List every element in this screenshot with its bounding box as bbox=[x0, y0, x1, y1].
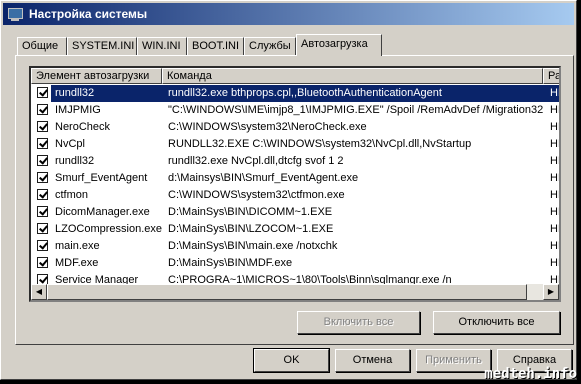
startup-item-location: HK bbox=[550, 172, 559, 184]
computer-icon bbox=[7, 6, 23, 22]
startup-list[interactable]: Элемент автозагрузки Команда Ра rundll32… bbox=[29, 66, 561, 302]
startup-item-name: rundll32 bbox=[55, 155, 95, 167]
startup-item-command: "C:\WINDOWS\IME\imjp8_1\IMJPMIG.EXE" /Sp… bbox=[168, 104, 544, 116]
checkbox-icon[interactable] bbox=[37, 223, 48, 234]
checkbox-icon[interactable] bbox=[37, 138, 48, 149]
startup-item-location: HK bbox=[550, 155, 559, 167]
startup-item-name: NvCpl bbox=[55, 138, 85, 150]
checkbox-icon[interactable] bbox=[37, 172, 48, 183]
startup-item-location: HK bbox=[550, 138, 559, 150]
scroll-left-icon[interactable]: ◀ bbox=[31, 284, 47, 300]
startup-item-name: IMJPMIG bbox=[55, 104, 101, 116]
table-row[interactable]: ctfmon C:\WINDOWS\system32\ctfmon.exe HK bbox=[31, 187, 559, 204]
startup-item-command: rundll32.exe bthprops.cpl,,BluetoothAuth… bbox=[168, 87, 442, 99]
table-row[interactable]: NeroCheck C:\WINDOWS\system32\NeroCheck.… bbox=[31, 119, 559, 136]
checkbox-icon[interactable] bbox=[37, 240, 48, 251]
apply-button[interactable]: Применить bbox=[416, 349, 491, 372]
startup-item-name: LZOCompression.exe bbox=[55, 223, 162, 235]
checkbox-icon[interactable] bbox=[37, 155, 48, 166]
checkbox-icon[interactable] bbox=[37, 87, 48, 98]
checkbox-icon[interactable] bbox=[37, 257, 48, 268]
checkbox-icon[interactable] bbox=[37, 104, 48, 115]
startup-item-location: HK bbox=[550, 206, 559, 218]
startup-item-name: rundll32 bbox=[55, 87, 95, 99]
table-row[interactable]: rundll32 rundll32.exe bthprops.cpl,,Blue… bbox=[31, 85, 559, 102]
column-header-location[interactable]: Ра bbox=[543, 68, 559, 84]
checkbox-icon[interactable] bbox=[37, 189, 48, 200]
startup-item-name: DicomManager.exe bbox=[55, 206, 150, 218]
enable-all-button[interactable]: Включить все bbox=[297, 311, 420, 334]
startup-item-location: HK bbox=[550, 104, 559, 116]
startup-item-name: main.exe bbox=[55, 240, 100, 252]
startup-item-name: NeroCheck bbox=[55, 121, 111, 133]
table-row[interactable]: main.exe D:\MainSys\BIN\main.exe /notxch… bbox=[31, 238, 559, 255]
tab-system-ini[interactable]: SYSTEM.INI bbox=[67, 37, 137, 55]
table-row[interactable]: MDF.exe D:\MainSys\BIN\MDF.exe HK bbox=[31, 255, 559, 272]
checkbox-icon[interactable] bbox=[37, 206, 48, 217]
ok-button[interactable]: OK bbox=[253, 348, 330, 373]
tab-boot-ini[interactable]: BOOT.INI bbox=[187, 37, 244, 55]
startup-item-location: HK bbox=[550, 223, 559, 235]
startup-item-command: d:\Mainsys\BIN\Smurf_EventAgent.exe bbox=[168, 172, 359, 184]
startup-item-command: D:\MainSys\BIN\main.exe /notxchk bbox=[168, 240, 338, 252]
table-row[interactable]: rundll32 rundll32.exe NvCpl.dll,dtcfg sv… bbox=[31, 153, 559, 170]
watermark: medteh.info bbox=[484, 366, 577, 382]
tab-startup[interactable]: Автозагрузка bbox=[296, 34, 382, 56]
column-header-command[interactable]: Команда bbox=[162, 68, 543, 84]
window-title: Настройка системы bbox=[29, 7, 148, 21]
title-bar[interactable]: Настройка системы bbox=[3, 3, 574, 25]
scroll-right-icon[interactable]: ▶ bbox=[543, 284, 559, 300]
horizontal-scrollbar[interactable]: ◀ ▶ bbox=[31, 284, 559, 300]
column-header-item[interactable]: Элемент автозагрузки bbox=[31, 68, 162, 84]
startup-item-name: ctfmon bbox=[55, 189, 89, 201]
startup-item-command: RUNDLL32.EXE C:\WINDOWS\system32\NvCpl.d… bbox=[168, 138, 472, 150]
table-row[interactable]: LZOCompression.exe D:\MainSys\BIN\LZOCOM… bbox=[31, 221, 559, 238]
startup-item-location: HK bbox=[550, 257, 559, 269]
tab-general[interactable]: Общие bbox=[17, 37, 67, 55]
table-row[interactable]: DicomManager.exe D:\MainSys\BIN\DICOMM~1… bbox=[31, 204, 559, 221]
table-row[interactable]: NvCpl RUNDLL32.EXE C:\WINDOWS\system32\N… bbox=[31, 136, 559, 153]
tab-services[interactable]: Службы bbox=[244, 37, 296, 55]
tab-win-ini[interactable]: WIN.INI bbox=[137, 37, 187, 55]
table-row[interactable]: IMJPMIG "C:\WINDOWS\IME\imjp8_1\IMJPMIG.… bbox=[31, 102, 559, 119]
startup-item-name: Smurf_EventAgent bbox=[55, 172, 148, 184]
scroll-thumb[interactable] bbox=[47, 284, 527, 300]
startup-item-location: HK bbox=[550, 87, 559, 99]
startup-item-command: rundll32.exe NvCpl.dll,dtcfg svof 1 2 bbox=[168, 155, 344, 167]
startup-item-location: HK bbox=[550, 121, 559, 133]
checkbox-icon[interactable] bbox=[37, 121, 48, 132]
startup-item-command: C:\WINDOWS\system32\NeroCheck.exe bbox=[168, 121, 367, 133]
table-row[interactable]: Smurf_EventAgent d:\Mainsys\BIN\Smurf_Ev… bbox=[31, 170, 559, 187]
startup-item-location: HK bbox=[550, 189, 559, 201]
startup-item-name: MDF.exe bbox=[55, 257, 99, 269]
startup-item-command: D:\MainSys\BIN\DICOMM~1.EXE bbox=[168, 206, 333, 218]
system-config-window: Настройка системы Общие SYSTEM.INI WIN.I… bbox=[0, 0, 577, 380]
list-header: Элемент автозагрузки Команда Ра bbox=[31, 68, 559, 84]
startup-item-command: D:\MainSys\BIN\MDF.exe bbox=[168, 257, 293, 269]
cancel-button[interactable]: Отмена bbox=[335, 349, 410, 372]
startup-item-location: HK bbox=[550, 240, 559, 252]
startup-item-command: D:\MainSys\BIN\LZOCOM~1.EXE bbox=[168, 223, 334, 235]
startup-item-command: C:\WINDOWS\system32\ctfmon.exe bbox=[168, 189, 345, 201]
disable-all-button[interactable]: Отключить все bbox=[433, 311, 560, 334]
